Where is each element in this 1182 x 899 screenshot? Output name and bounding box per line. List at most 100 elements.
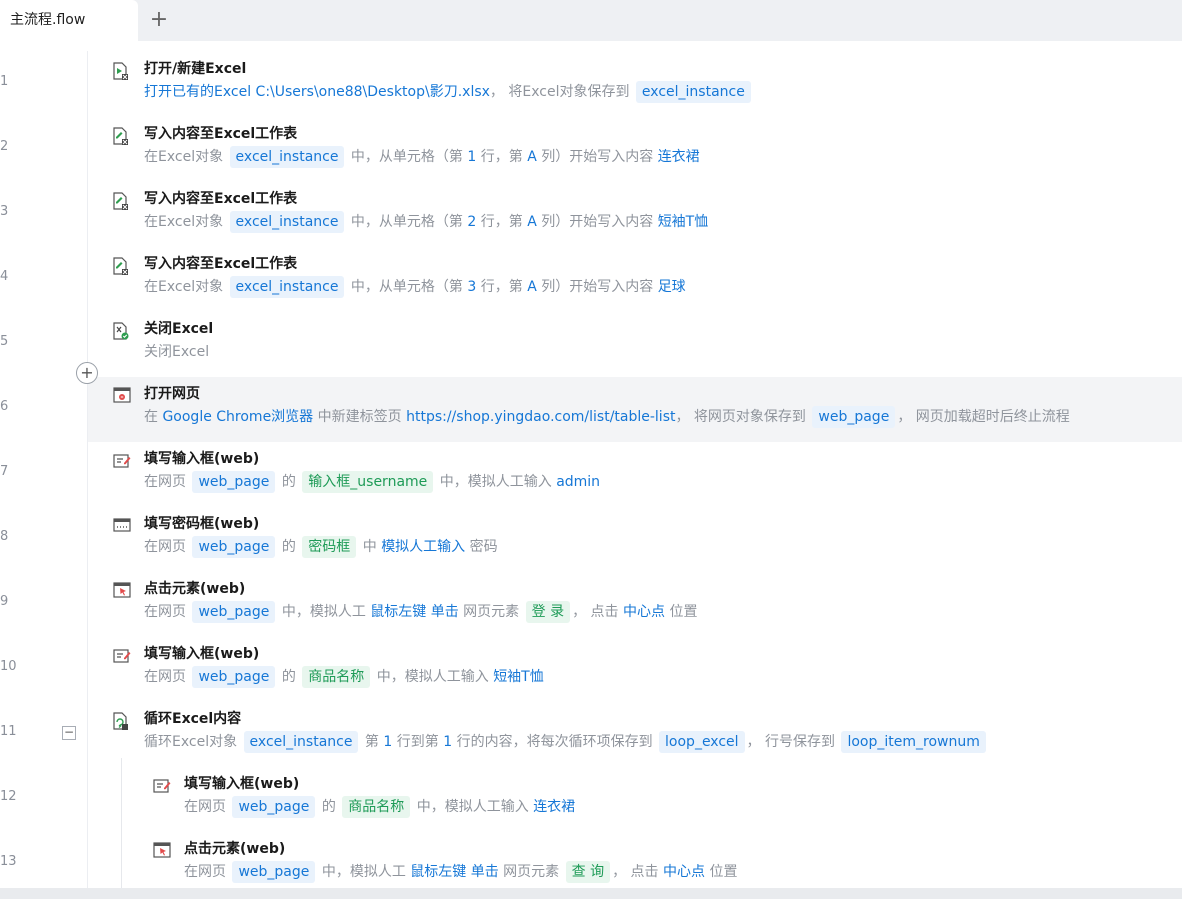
desc-text: 在网页 [184, 799, 231, 815]
element-chip[interactable]: 查 询 [565, 861, 611, 883]
desc-text: 行，第 [476, 279, 528, 295]
desc-text: 第 [360, 734, 384, 750]
line-number: 7 [0, 464, 9, 479]
element-chip[interactable]: 商品名称 [342, 796, 411, 818]
element-chip[interactable]: 商品名称 [302, 666, 371, 688]
flow-step-row[interactable]: 3 写入内容至Excel工作表 在Excel对象 excel_instance 中，… [0, 182, 1182, 247]
step-description: 在网页 web_page 中，模拟人工 鼠标左键 单击 网页元素 查 询， 点击… [184, 861, 737, 883]
flow-step-row[interactable]: 9 点击元素(web) 在网页 web_page 中，模拟人工 鼠标左键 单击 网页… [0, 572, 1182, 637]
step-description: 在网页 web_page 的 商品名称 中，模拟人工输入 连衣裙 [184, 796, 575, 818]
desc-text: 的 [317, 799, 341, 815]
desc-text: ， 行号保存到 [746, 734, 840, 750]
line-number: 13 [0, 854, 17, 869]
add-step-button[interactable]: + [76, 362, 98, 384]
element-chip[interactable]: 密码框 [302, 536, 357, 558]
param-value: Google Chrome浏览器 [162, 409, 314, 425]
element-chip[interactable]: 登 录 [525, 601, 571, 623]
collapse-loop-toggle[interactable]: − [62, 726, 76, 740]
password-fill-icon [113, 517, 131, 533]
horizontal-scrollbar[interactable] [0, 888, 1182, 899]
step-title: 写入内容至Excel工作表 [144, 256, 298, 272]
element-chip[interactable]: 输入框_username [302, 471, 434, 493]
variable-chip[interactable]: web_page [812, 406, 896, 428]
desc-text: 网页元素 [498, 864, 564, 880]
step-description: 在Excel对象 excel_instance 中，从单元格（第 1 行，第 A… [144, 146, 700, 168]
desc-text: 中，模拟人工 [317, 864, 411, 880]
step-description: 在网页 web_page 的 输入框_username 中，模拟人工输入 adm… [144, 471, 600, 493]
desc-text: 列）开始写入内容 [536, 149, 658, 165]
step-description: 在网页 web_page 的 商品名称 中，模拟人工输入 短袖T恤 [144, 666, 544, 688]
variable-chip[interactable]: excel_instance [243, 731, 359, 753]
variable-chip[interactable]: excel_instance [229, 146, 345, 168]
variable-chip[interactable]: web_page [192, 666, 276, 688]
param-value: 短袖T恤 [493, 669, 544, 685]
desc-text: 在网页 [184, 864, 231, 880]
desc-text: ， 点击 [612, 864, 663, 880]
browser-open-icon [113, 387, 131, 403]
param-value: 单击 [470, 864, 499, 880]
line-number: 8 [0, 529, 9, 544]
line-number: 9 [0, 594, 9, 609]
step-title: 填写输入框(web) [144, 646, 260, 662]
desc-text: 行，第 [476, 214, 528, 230]
desc-text: 列）开始写入内容 [536, 214, 658, 230]
desc-text: 在Excel对象 [144, 279, 228, 295]
line-number: 4 [0, 269, 9, 284]
param-value: A [527, 149, 537, 165]
param-value: 连衣裙 [657, 149, 700, 165]
flow-step-row[interactable]: 4 写入内容至Excel工作表 在Excel对象 excel_instance 中，… [0, 247, 1182, 312]
input-fill-icon [113, 452, 131, 468]
flow-step-row[interactable]: 11− 循环Excel内容 循环Excel对象 excel_instance 第 1… [0, 702, 1182, 767]
flow-step-row[interactable]: 12 填写输入框(web) 在网页 web_page 的 商品名称 中，模拟人工输入… [0, 767, 1182, 832]
desc-text: 密码 [465, 539, 498, 555]
variable-chip[interactable]: loop_excel [659, 731, 745, 753]
step-title: 关闭Excel [144, 321, 214, 337]
step-title: 点击元素(web) [184, 841, 286, 857]
add-tab-button[interactable]: + [147, 8, 171, 32]
variable-chip[interactable]: web_page [232, 861, 316, 883]
param-value: 中心点 [663, 864, 705, 880]
param-value: A [527, 214, 537, 230]
tab-main-flow[interactable]: 主流程.flow [0, 0, 138, 41]
desc-text: ， 网页加载超时后终止流程 [897, 409, 1070, 425]
variable-chip[interactable]: web_page [192, 601, 276, 623]
flow-step-row[interactable]: 2 写入内容至Excel工作表 在Excel对象 excel_instance 中，… [0, 117, 1182, 182]
param-value: 足球 [657, 279, 686, 295]
step-title: 填写输入框(web) [144, 451, 260, 467]
desc-text: 的 [277, 669, 301, 685]
variable-chip[interactable]: loop_item_rownum [841, 731, 986, 753]
variable-chip[interactable]: web_page [192, 471, 276, 493]
line-number: 3 [0, 204, 9, 219]
desc-text: 中，模拟人工输入 [435, 474, 557, 490]
desc-text: 中，模拟人工输入 [412, 799, 534, 815]
variable-chip[interactable]: excel_instance [229, 211, 345, 233]
desc-text: 的 [277, 539, 301, 555]
step-title: 写入内容至Excel工作表 [144, 126, 298, 142]
step-title: 循环Excel内容 [144, 711, 242, 727]
variable-chip[interactable]: web_page [232, 796, 316, 818]
flow-step-row[interactable]: 10 填写输入框(web) 在网页 web_page 的 商品名称 中，模拟人工输入… [0, 637, 1182, 702]
param-value: 短袖T恤 [657, 214, 709, 230]
param-value: 中心点 [623, 604, 665, 620]
variable-chip[interactable]: excel_instance [635, 81, 751, 103]
variable-chip[interactable]: web_page [192, 536, 276, 558]
desc-text: 在网页 [144, 604, 191, 620]
click-element-icon [153, 842, 171, 858]
flow-step-row[interactable]: 1 打开/新建Excel 打开已有的Excel C:\Users\one88\Des… [0, 52, 1182, 117]
step-title: 填写密码框(web) [144, 516, 260, 532]
param-value: 1 [383, 734, 393, 750]
flow-step-row[interactable]: 5 关闭Excel 关闭Excel [0, 312, 1182, 377]
desc-text: 关闭Excel [144, 344, 210, 360]
step-description: 打开已有的Excel C:\Users\one88\Desktop\影刀.xls… [144, 81, 753, 103]
flow-step-row[interactable]: 7 填写输入框(web) 在网页 web_page 的 输入框_username 中… [0, 442, 1182, 507]
flow-step-row[interactable]: 6 打开网页在 Google Chrome浏览器 中新建标签页 https://s… [0, 377, 1182, 442]
desc-text: 中，模拟人工 [277, 604, 371, 620]
param-value: 模拟人工输入 [381, 539, 466, 555]
flow-step-row[interactable]: 8 填写密码框(web) 在网页 web_page 的 密码框 中 模拟人工输入 密… [0, 507, 1182, 572]
click-element-icon [113, 582, 131, 598]
loop-excel-icon [113, 712, 129, 730]
desc-text: 行到第 [392, 734, 444, 750]
step-title: 写入内容至Excel工作表 [144, 191, 298, 207]
variable-chip[interactable]: excel_instance [229, 276, 345, 298]
desc-text: 在Excel对象 [144, 149, 228, 165]
